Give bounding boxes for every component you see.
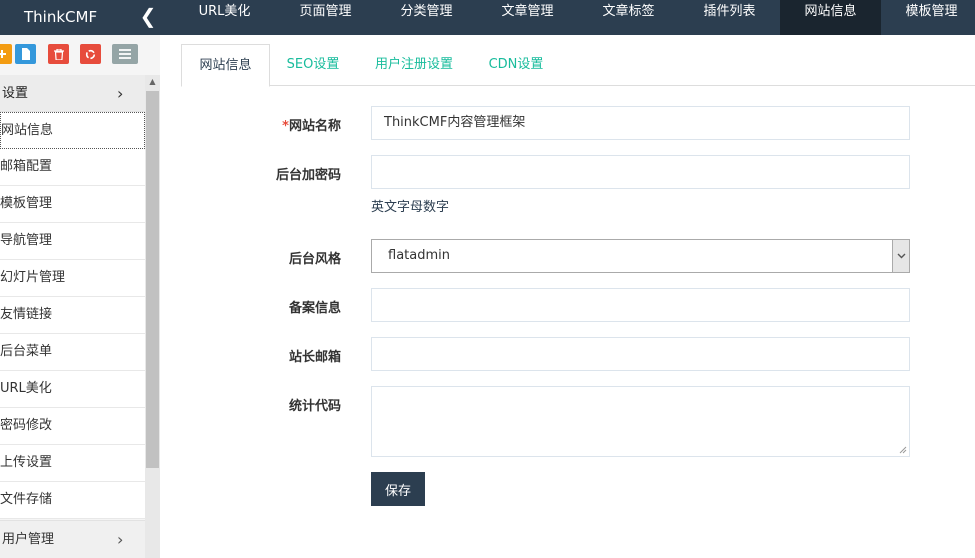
sidebar-item-friend-links[interactable]: 友情链接	[0, 297, 145, 334]
list-icon[interactable]	[112, 44, 138, 64]
top-nav-url-beautify[interactable]: URL美化	[174, 0, 275, 35]
admin-code-label: 后台加密码	[275, 168, 341, 183]
sidebar-menu: 设置 › 网站信息 邮箱配置 模板管理 导航管理 幻灯片管理 友情链接 后台菜单…	[0, 75, 145, 519]
sidebar-item-file-storage[interactable]: 文件存储	[0, 482, 145, 519]
sidebar-item-password-change[interactable]: 密码修改	[0, 408, 145, 445]
resize-grip-icon[interactable]	[899, 446, 907, 454]
stat-code-textarea[interactable]	[371, 386, 910, 457]
chevron-right-icon: ›	[117, 530, 124, 549]
chevron-right-icon: ›	[117, 84, 124, 103]
admin-style-select[interactable]: flatadmin	[371, 239, 910, 273]
admin-style-label: 后台风格	[288, 252, 341, 267]
top-nav-article-management[interactable]: 文章管理	[477, 0, 578, 35]
icp-input[interactable]	[371, 288, 910, 322]
sidebar-scrollbar[interactable]: ▲	[145, 75, 160, 558]
tab-user-registration[interactable]: 用户注册设置	[362, 44, 466, 86]
sidebar-shortcuts	[0, 35, 160, 75]
sidebar-item-slide-management[interactable]: 幻灯片管理	[0, 260, 145, 297]
webmaster-email-input[interactable]	[371, 337, 910, 371]
sidebar-item-template-management[interactable]: 模板管理	[0, 186, 145, 223]
admin-code-input[interactable]	[371, 155, 910, 189]
scrollbar-thumb[interactable]	[146, 91, 159, 468]
sidebar: 设置 › 网站信息 邮箱配置 模板管理 导航管理 幻灯片管理 友情链接 后台菜单…	[0, 35, 160, 558]
top-nav-site-info[interactable]: 网站信息	[780, 0, 881, 35]
tab-site-info[interactable]: 网站信息	[181, 44, 270, 87]
file-icon[interactable]	[15, 44, 36, 64]
brand-logo[interactable]: ThinkCMF	[0, 0, 130, 35]
site-name-input[interactable]: ThinkCMF内容管理框架	[371, 106, 910, 140]
sidebar-item-nav-management[interactable]: 导航管理	[0, 223, 145, 260]
sidebar-item-mail-config[interactable]: 邮箱配置	[0, 149, 145, 186]
icp-label: 备案信息	[288, 301, 341, 316]
site-name-label-text: 网站名称	[288, 119, 341, 134]
site-name-label: *网站名称	[221, 115, 341, 134]
top-navbar: ThinkCMF ❮ URL美化 页面管理 分类管理 文章管理 文章标签 插件列…	[0, 0, 975, 35]
admin-code-help: 英文字母数字	[371, 200, 450, 215]
save-button[interactable]: 保存	[371, 472, 425, 506]
chevron-left-icon[interactable]: ❮	[137, 0, 159, 35]
webmaster-email-label: 站长邮箱	[288, 350, 341, 365]
sidebar-item-site-info[interactable]: 网站信息	[0, 112, 145, 149]
chevron-down-icon[interactable]	[892, 240, 909, 272]
top-nav-template-management[interactable]: 模板管理	[881, 0, 975, 35]
required-mark: *	[282, 119, 289, 134]
sidebar-item-upload-settings[interactable]: 上传设置	[0, 445, 145, 482]
main-content: 网站信息 SEO设置 用户注册设置 CDN设置 *网站名称 ThinkCMF内容…	[160, 35, 975, 558]
sidebar-item-url-beautify[interactable]: URL美化	[0, 371, 145, 408]
tab-seo-settings[interactable]: SEO设置	[278, 44, 348, 86]
top-nav-article-tags[interactable]: 文章标签	[578, 0, 679, 35]
top-nav-category-management[interactable]: 分类管理	[376, 0, 477, 35]
sidebar-section-label: 设置	[2, 86, 29, 101]
settings-tabs: 网站信息 SEO设置 用户注册设置 CDN设置	[181, 44, 975, 87]
sidebar-item-admin-menu[interactable]: 后台菜单	[0, 334, 145, 371]
top-nav-page-management[interactable]: 页面管理	[275, 0, 376, 35]
sidebar-section-settings[interactable]: 设置 ›	[0, 75, 145, 112]
stat-code-label: 统计代码	[288, 399, 341, 414]
sidebar-section-user-management[interactable]: 用户管理 ›	[0, 520, 145, 558]
top-nav-plugin-list[interactable]: 插件列表	[679, 0, 780, 35]
plus-icon[interactable]	[0, 44, 12, 64]
recycle-icon[interactable]	[80, 44, 101, 64]
admin-style-value: flatadmin	[388, 248, 450, 263]
tab-cdn-settings[interactable]: CDN设置	[480, 44, 552, 86]
trash-icon[interactable]	[48, 44, 69, 64]
scroll-up-arrow-icon[interactable]: ▲	[145, 75, 160, 89]
top-nav-tabs: URL美化 页面管理 分类管理 文章管理 文章标签 插件列表 网站信息 模板管理	[174, 0, 975, 35]
sidebar-section-label: 用户管理	[2, 532, 55, 547]
